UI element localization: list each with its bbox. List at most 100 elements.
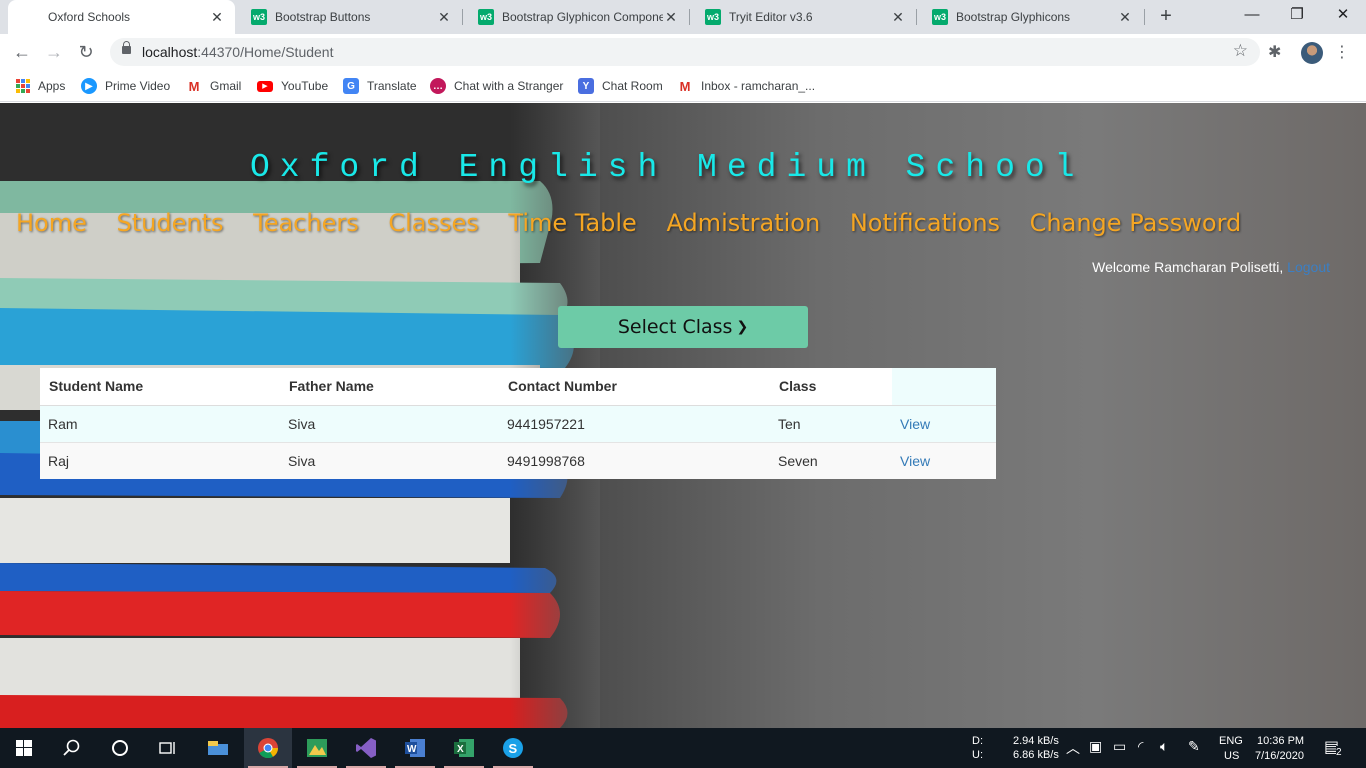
net-down-speed: 2.94 kB/s: [1013, 735, 1059, 747]
profile-avatar[interactable]: [1301, 42, 1323, 64]
reload-button[interactable]: ↻: [72, 38, 100, 66]
volume-icon[interactable]: 🔈︎: [1160, 738, 1168, 755]
url-host: localhost: [142, 44, 198, 60]
bookmark-translate[interactable]: G Translate: [343, 76, 417, 96]
language-label[interactable]: ENG: [1219, 734, 1243, 748]
student-table: Student Name Father Name Contact Number …: [40, 368, 996, 479]
nav-time-table[interactable]: Time Table: [508, 209, 636, 237]
bookmark-gmail[interactable]: M Gmail: [186, 76, 242, 96]
skype-icon: S: [503, 738, 523, 758]
header-action: [892, 368, 996, 406]
taskbar-app-word[interactable]: W: [391, 728, 439, 768]
tab-strip: Oxford Schools ✕ w3 Bootstrap Buttons ✕ …: [0, 0, 1366, 128]
nav-notifications[interactable]: Notifications: [850, 209, 1000, 237]
nav-students[interactable]: Students: [117, 209, 224, 237]
keyboard-layout-label[interactable]: US: [1224, 749, 1239, 763]
photos-app-icon: [307, 739, 327, 757]
menu-kebab-icon[interactable]: ⋮: [1334, 42, 1350, 62]
new-tab-button[interactable]: +: [1154, 5, 1178, 29]
nav-home[interactable]: Home: [16, 209, 87, 237]
excel-icon: X: [454, 739, 474, 757]
bookmark-label: Translate: [367, 79, 417, 93]
chrome-icon: [258, 738, 279, 759]
taskbar-app-photos[interactable]: [293, 728, 341, 768]
back-button[interactable]: ←: [8, 38, 36, 66]
nav-change-password[interactable]: Change Password: [1030, 209, 1242, 237]
svg-text:X: X: [457, 744, 464, 755]
translate-icon: G: [343, 78, 359, 94]
lock-icon: [122, 41, 131, 54]
forward-button[interactable]: →: [40, 38, 68, 66]
close-icon[interactable]: ✕: [890, 9, 906, 26]
bookmark-label: Prime Video: [105, 79, 171, 93]
view-link[interactable]: View: [900, 453, 930, 469]
view-link[interactable]: View: [900, 416, 930, 432]
bookmark-label: Inbox - ramcharan_...: [701, 79, 816, 93]
bookmark-chat-with-stranger[interactable]: … Chat with a Stranger: [430, 76, 563, 96]
extensions-puzzle-icon[interactable]: ✱: [1268, 42, 1281, 62]
taskbar-app-skype[interactable]: S: [489, 728, 537, 768]
taskbar-app-excel[interactable]: X: [440, 728, 488, 768]
w3schools-icon: w3: [251, 9, 267, 25]
show-hidden-icons-chevron-icon[interactable]: ︿: [1066, 738, 1080, 758]
table-row: Ram Siva 9441957221 Ten View: [40, 404, 996, 442]
tab-oxford-schools[interactable]: Oxford Schools ✕: [8, 0, 235, 128]
bookmark-label: Apps: [38, 79, 66, 93]
net-up-speed: 6.86 kB/s: [1013, 749, 1059, 761]
nav-administration[interactable]: Admistration: [666, 209, 820, 237]
close-icon[interactable]: ✕: [1117, 9, 1133, 26]
taskbar-app-chrome[interactable]: [244, 728, 292, 768]
cell-student-name: Ram: [40, 404, 280, 442]
minimize-button[interactable]: —: [1229, 0, 1275, 32]
gmail-icon: M: [679, 78, 691, 94]
logout-link[interactable]: Logout: [1287, 259, 1330, 275]
taskbar-app-visual-studio[interactable]: [342, 728, 390, 768]
address-bar[interactable]: localhost:44370/Home/Student ☆: [110, 38, 1260, 66]
main-nav: Home Students Teachers Classes Time Tabl…: [16, 209, 1267, 237]
clock-date[interactable]: 7/16/2020: [1255, 749, 1304, 763]
tab-title: Oxford Schools: [48, 10, 131, 24]
window-close-button[interactable]: ✕: [1320, 0, 1366, 32]
battery-icon[interactable]: ▭: [1113, 738, 1126, 755]
bookmark-star-icon[interactable]: ☆: [1233, 41, 1248, 61]
select-class-label: Select Class: [617, 316, 733, 338]
select-class-dropdown[interactable]: Select Class ❯: [558, 306, 808, 348]
notifications-count: 2: [1336, 746, 1342, 760]
youtube-icon: ▶: [257, 80, 273, 92]
cortana-button[interactable]: [96, 728, 144, 768]
chat-icon: …: [430, 78, 446, 94]
bookmark-inbox[interactable]: M Inbox - ramcharan_...: [677, 76, 815, 96]
header-father-name: Father Name: [280, 368, 499, 406]
wifi-icon[interactable]: ◜: [1138, 738, 1143, 755]
pen-icon[interactable]: ✎: [1188, 738, 1200, 755]
w3schools-icon: w3: [705, 9, 721, 25]
tab-bootstrap-glyphicon-components[interactable]: w3 Bootstrap Glyphicon Compone ✕: [462, 0, 689, 34]
gmail-icon: M: [188, 78, 200, 94]
tab-tryit-editor[interactable]: w3 Tryit Editor v3.6 ✕: [689, 0, 916, 34]
bookmark-apps[interactable]: Apps: [16, 76, 65, 96]
taskbar-app-explorer[interactable]: [194, 728, 242, 768]
nav-teachers[interactable]: Teachers: [253, 209, 359, 237]
w3schools-icon: w3: [478, 9, 494, 25]
browser-toolbar: ← → ↻ localhost:44370/Home/Student ☆ ✱ ⋮: [0, 34, 1366, 70]
nav-classes[interactable]: Classes: [388, 209, 478, 237]
close-icon[interactable]: ✕: [663, 9, 679, 26]
header-student-name: Student Name: [40, 368, 280, 406]
search-button[interactable]: [48, 728, 96, 768]
tab-bootstrap-buttons[interactable]: w3 Bootstrap Buttons ✕: [235, 0, 462, 34]
bookmark-chat-room[interactable]: Y Chat Room: [578, 76, 663, 96]
visual-studio-icon: [356, 738, 376, 758]
tray-app-icon[interactable]: ▣: [1089, 738, 1102, 755]
close-icon[interactable]: ✕: [209, 9, 225, 26]
net-up-label: U:: [972, 749, 983, 761]
welcome-text: Welcome Ramcharan Polisetti,: [1092, 259, 1284, 275]
task-view-icon: [159, 742, 175, 754]
restore-button[interactable]: ❐: [1274, 0, 1320, 32]
tab-bootstrap-glyphicons[interactable]: w3 Bootstrap Glyphicons ✕: [916, 0, 1143, 34]
bookmark-youtube[interactable]: ▶ YouTube: [257, 76, 328, 96]
close-icon[interactable]: ✕: [436, 9, 452, 26]
task-view-button[interactable]: [144, 728, 192, 768]
clock-time[interactable]: 10:36 PM: [1257, 734, 1304, 748]
bookmark-prime-video[interactable]: ▶ Prime Video: [81, 76, 170, 96]
start-button[interactable]: [0, 728, 48, 768]
